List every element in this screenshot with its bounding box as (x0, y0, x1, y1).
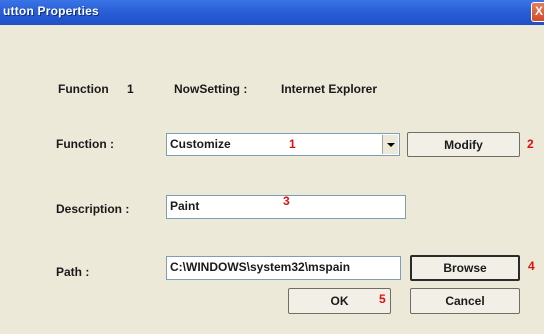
path-input[interactable]: C:\WINDOWS\system32\mspain (166, 256, 401, 280)
title-bar[interactable]: utton Properties X (0, 0, 544, 25)
marker-1: 1 (289, 137, 296, 151)
browse-button[interactable]: Browse (410, 255, 520, 281)
dialog-body: Function 1 NowSetting : Internet Explore… (0, 25, 544, 334)
function-dropdown-value: Customize (170, 137, 231, 151)
chevron-down-icon[interactable] (382, 135, 398, 154)
function-label: Function : (56, 137, 114, 151)
now-setting-label: NowSetting : (174, 82, 248, 96)
marker-2: 2 (527, 137, 534, 151)
function-info-label: Function (58, 82, 109, 96)
window-title: utton Properties (3, 4, 99, 18)
cancel-button[interactable]: Cancel (410, 288, 520, 314)
function-number: 1 (127, 82, 134, 96)
path-value: C:\WINDOWS\system32\mspain (170, 260, 351, 274)
close-icon[interactable]: X (531, 2, 544, 22)
marker-4: 4 (528, 259, 535, 273)
marker-5: 5 (379, 292, 386, 306)
description-label: Description : (56, 202, 130, 216)
description-value: Paint (170, 199, 200, 213)
function-dropdown[interactable]: Customize (166, 133, 400, 156)
path-label: Path : (56, 265, 90, 279)
now-setting-value: Internet Explorer (281, 82, 378, 96)
modify-button[interactable]: Modify (407, 132, 520, 157)
ok-button[interactable]: OK (288, 288, 391, 314)
marker-3: 3 (283, 194, 290, 208)
